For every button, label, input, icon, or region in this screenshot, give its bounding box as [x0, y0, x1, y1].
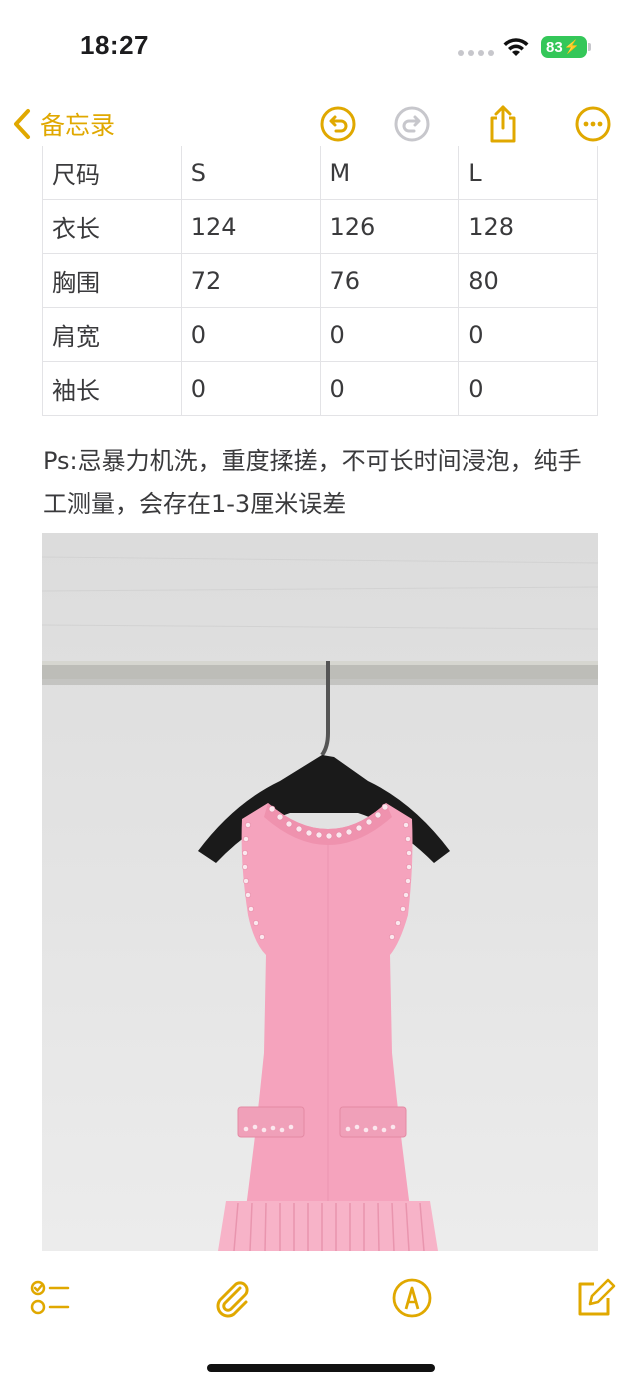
undo-button[interactable]: [318, 104, 358, 144]
more-button[interactable]: [573, 104, 613, 144]
nav-bar: 备忘录: [0, 96, 640, 152]
home-indicator[interactable]: [207, 1364, 435, 1372]
undo-icon: [320, 106, 356, 142]
charging-bolt-icon: ⚡: [563, 39, 580, 54]
battery-level: 83: [546, 38, 563, 56]
dress-image: [42, 533, 598, 1251]
table-cell[interactable]: 衣长: [42, 199, 182, 254]
table-cell[interactable]: S: [180, 146, 321, 200]
compose-icon: [578, 1278, 616, 1316]
redo-button[interactable]: [392, 104, 432, 144]
markup-button[interactable]: [388, 1274, 436, 1322]
table-row: 袖长 0 0 0: [42, 361, 598, 416]
table-header-row: 尺码 S M L: [42, 146, 598, 200]
attachment-icon: [216, 1281, 249, 1318]
wifi-icon: [503, 38, 529, 56]
more-icon: [575, 106, 611, 142]
table-cell[interactable]: 72: [180, 253, 321, 308]
checklist-button[interactable]: [26, 1274, 74, 1322]
back-label: 备忘录: [40, 111, 116, 140]
table-cell[interactable]: 胸围: [42, 253, 182, 308]
table-row: 胸围 72 76 80: [42, 253, 598, 308]
share-icon: [490, 105, 516, 143]
back-button[interactable]: 备忘录: [12, 104, 115, 144]
table-cell[interactable]: 76: [319, 253, 460, 308]
compose-button[interactable]: [570, 1274, 618, 1322]
dress-photo[interactable]: [42, 533, 598, 1251]
table-cell[interactable]: 0: [319, 307, 460, 362]
table-cell[interactable]: 80: [458, 253, 598, 308]
table-cell[interactable]: 0: [458, 307, 598, 362]
note-paragraph[interactable]: Ps:忌暴力机洗，重度揉搓，不可长时间浸泡，纯手工测量，会存在1-3厘米误差: [43, 440, 603, 526]
table-cell[interactable]: 0: [319, 361, 460, 416]
battery-tip: [588, 43, 591, 51]
table-cell[interactable]: 0: [180, 307, 321, 362]
table-row: 衣长 124 126 128: [42, 199, 598, 254]
table-cell[interactable]: M: [319, 146, 460, 200]
table-cell[interactable]: 袖长: [42, 361, 182, 416]
attachment-button[interactable]: [208, 1274, 256, 1322]
table-cell[interactable]: 尺码: [42, 146, 182, 200]
cellular-signal-icon: [458, 50, 494, 56]
table-cell[interactable]: 126: [319, 199, 460, 254]
table-row: 肩宽 0 0 0: [42, 307, 598, 362]
markup-icon: [392, 1278, 432, 1318]
battery-indicator: 83 ⚡: [541, 36, 587, 58]
table-cell[interactable]: 124: [180, 199, 321, 254]
table-cell[interactable]: 128: [458, 199, 598, 254]
redo-icon: [394, 106, 430, 142]
checklist-icon: [30, 1280, 70, 1315]
share-button[interactable]: [483, 104, 523, 144]
chevron-left-icon: [14, 109, 30, 139]
table-cell[interactable]: 0: [458, 361, 598, 416]
table-cell[interactable]: 肩宽: [42, 307, 182, 362]
status-bar: 18:27 83 ⚡: [0, 0, 640, 96]
table-cell[interactable]: L: [458, 146, 598, 200]
table-cell[interactable]: 0: [180, 361, 321, 416]
status-time: 18:27: [80, 30, 149, 60]
size-table: 尺码 S M L 衣长 124 126 128 胸围 72 76 80 肩宽 0…: [42, 146, 598, 416]
